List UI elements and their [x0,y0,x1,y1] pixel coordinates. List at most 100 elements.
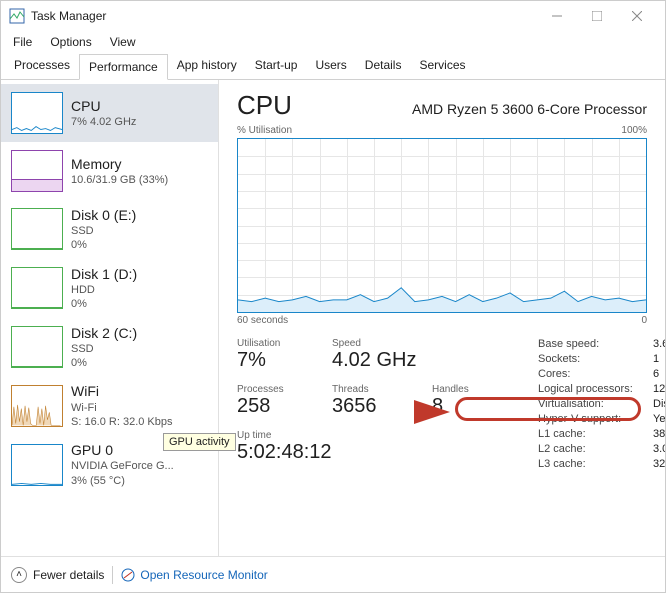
task-manager-icon [9,8,25,24]
sidebar-item-label: WiFi [71,382,173,400]
stat-label: Threads [332,384,432,395]
stat-value: 12 [653,383,665,395]
window-title: Task Manager [31,9,537,23]
stat-label: Virtualisation: [538,398,653,410]
task-manager-window: Task Manager File Options View Processes… [0,0,666,593]
stat-value: 384 KB [653,428,665,440]
stat-value: Yes [653,413,665,425]
menu-view[interactable]: View [102,33,144,51]
sidebar-item-sub: HDD [71,283,137,297]
stat-label: Handles [432,384,532,395]
wifi-thumbnail-graph [11,385,63,427]
sidebar-item-disk2[interactable]: Disk 2 (C:) SSD 0% [1,318,218,377]
sidebar-item-sub2: 3% (55 °C) [71,474,174,488]
sidebar-item-label: CPU [71,97,136,115]
chevron-up-icon: ˄ [11,567,27,583]
sidebar-item-sub2: 0% [71,297,137,311]
stat-label: L3 cache: [538,458,653,470]
cpu-utilisation-chart[interactable] [237,138,647,313]
memory-thumbnail-graph [11,150,63,192]
disk-thumbnail-graph [11,326,63,368]
stat-label: Cores: [538,368,653,380]
stat-label: L1 cache: [538,428,653,440]
stat-value: 3.0 MB [653,443,665,455]
titlebar[interactable]: Task Manager [1,1,665,31]
sidebar-item-memory[interactable]: Memory 10.6/31.9 GB (33%) [1,142,218,200]
page-title: CPU [237,90,292,121]
fewer-details-label: Fewer details [33,568,104,582]
sidebar-item-wifi[interactable]: WiFi Wi-Fi S: 16.0 R: 32.0 Kbps [1,376,218,435]
stat-value: Disabled [653,398,665,410]
sidebar-item-label: Memory [71,155,168,173]
stat-label: Processes [237,384,332,395]
sidebar-item-sub2: S: 16.0 R: 32.0 Kbps [71,415,173,429]
stat-threads: 3656 [332,395,432,418]
chart-label-bottomleft: 60 seconds [237,315,288,326]
window-controls [537,2,657,30]
cpu-model: AMD Ryzen 5 3600 6-Core Processor [412,101,647,117]
stat-value: 32.0 MB [653,458,665,470]
stat-handles: 8 [432,395,532,418]
sidebar-item-label: GPU 0 [71,441,174,459]
tab-startup[interactable]: Start-up [246,53,307,79]
tabstrip: Processes Performance App history Start-… [1,53,665,80]
stat-label: Speed [332,338,432,349]
stat-value: 6 [653,368,665,380]
resource-monitor-icon [121,568,135,582]
main-panel: CPU AMD Ryzen 5 3600 6-Core Processor % … [219,80,665,556]
tab-performance[interactable]: Performance [79,54,168,80]
close-button[interactable] [617,2,657,30]
fewer-details-button[interactable]: ˄ Fewer details [11,567,104,583]
stat-utilisation: 7% [237,349,332,372]
tab-processes[interactable]: Processes [5,53,79,79]
stat-uptime: 5:02:48:12 [237,441,532,464]
disk-thumbnail-graph [11,208,63,250]
stat-label: Up time [237,430,532,441]
tooltip: GPU activity [163,433,219,451]
sidebar-item-disk0[interactable]: Disk 0 (E:) SSD 0% [1,200,218,259]
stat-label: L2 cache: [538,443,653,455]
primary-stats: Utilisation 7% Speed 4.02 GHz Processes … [237,338,532,472]
sidebar-item-sub: NVIDIA GeForce G... [71,459,174,473]
tab-services[interactable]: Services [410,53,474,79]
gpu-thumbnail-graph [11,444,63,486]
sidebar-item-sub: SSD [71,224,136,238]
body: CPU 7% 4.02 GHz Memory 10.6/31.9 GB (33%… [1,80,665,556]
stat-label: Base speed: [538,338,653,350]
chart-label-topleft: % Utilisation [237,125,292,136]
sidebar-item-label: Disk 0 (E:) [71,206,136,224]
tab-details[interactable]: Details [356,53,411,79]
sidebar-item-label: Disk 2 (C:) [71,324,137,342]
disk-thumbnail-graph [11,267,63,309]
maximize-button[interactable] [577,2,617,30]
sidebar-item-cpu[interactable]: CPU 7% 4.02 GHz [1,84,218,142]
stat-processes: 258 [237,395,332,418]
sidebar-item-label: Disk 1 (D:) [71,265,137,283]
stat-value: 1 [653,353,665,365]
menu-file[interactable]: File [5,33,40,51]
stat-label: Hyper-V support: [538,413,653,425]
sidebar-item-sub2: 0% [71,356,137,370]
sidebar-item-sub: 10.6/31.9 GB (33%) [71,173,168,187]
stat-value: 3.60 GHz [653,338,665,350]
tab-users[interactable]: Users [306,53,355,79]
menu-options[interactable]: Options [42,33,99,51]
chart-label-bottomright: 0 [641,315,647,326]
sidebar-item-sub: 7% 4.02 GHz [71,115,136,129]
sidebar-item-sub: Wi-Fi [71,401,173,415]
stat-label: Sockets: [538,353,653,365]
sidebar-item-sub: SSD [71,342,137,356]
menubar: File Options View [1,31,665,53]
secondary-stats: Base speed:3.60 GHzSockets:1Cores:6Logic… [538,338,665,472]
stat-label: Logical processors: [538,383,653,395]
chart-label-topright: 100% [621,125,647,136]
sidebar-item-sub2: 0% [71,238,136,252]
sidebar[interactable]: CPU 7% 4.02 GHz Memory 10.6/31.9 GB (33%… [1,80,219,556]
minimize-button[interactable] [537,2,577,30]
open-resource-monitor-link[interactable]: Open Resource Monitor [121,568,267,582]
tab-app-history[interactable]: App history [168,53,246,79]
sidebar-item-disk1[interactable]: Disk 1 (D:) HDD 0% [1,259,218,318]
open-resource-monitor-label: Open Resource Monitor [140,568,267,582]
stat-speed: 4.02 GHz [332,349,432,372]
footer: ˄ Fewer details Open Resource Monitor [1,556,665,592]
